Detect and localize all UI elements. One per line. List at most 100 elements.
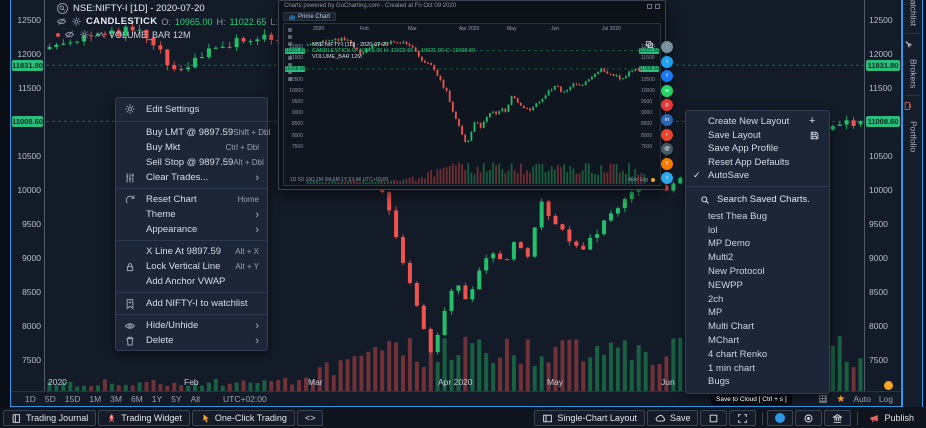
chat-icon xyxy=(775,413,785,423)
trading-journal-button[interactable]: Trading Journal xyxy=(3,410,96,426)
share-more-icon[interactable]: ⋮ xyxy=(661,41,673,53)
saved-chart-item[interactable]: MChart xyxy=(686,334,829,348)
save-disk-icon xyxy=(809,130,820,141)
copy-icon[interactable] xyxy=(645,36,654,45)
zoom-icon[interactable] xyxy=(56,2,69,15)
tab-prime-chart[interactable]: Prime Chart xyxy=(283,12,336,21)
menu-item-buy-mkt[interactable]: Buy MktCtrl + Dbl xyxy=(116,140,267,155)
tf-5y[interactable]: 5Y xyxy=(171,394,181,404)
saved-chart-item[interactable]: Bugs xyxy=(686,375,829,389)
price-axis-left[interactable]: 1250012000115001050010000950090008500800… xyxy=(11,0,45,391)
saved-chart-item[interactable]: 1 min chart xyxy=(686,361,829,375)
menu-item-save-layout[interactable]: Save Layout xyxy=(686,129,829,143)
search-saved-charts[interactable]: Search Saved Charts. xyxy=(686,190,829,210)
menu-item-sell-stop[interactable]: Sell Stop @ 9897.59Alt + Dbl xyxy=(116,155,267,170)
layout-icon xyxy=(542,413,553,424)
exchange-button[interactable] xyxy=(824,410,851,426)
mini-legend: NSE:NIFTY-I [1D] - 2020-07-20 CANDLESTIC… xyxy=(312,42,475,60)
grid-icon[interactable] xyxy=(818,394,828,404)
saved-chart-item[interactable]: Multi Chart xyxy=(686,320,829,334)
chat-button[interactable] xyxy=(767,410,793,426)
tf-1y[interactable]: 1Y xyxy=(152,394,162,404)
favorite-star-icon[interactable]: ★ xyxy=(836,394,845,405)
popup-close-icon[interactable] xyxy=(655,4,660,9)
tab-label: Prime Chart xyxy=(298,14,330,20)
saved-chart-item[interactable]: 2ch xyxy=(686,292,829,306)
share-twitter-icon[interactable]: t xyxy=(661,56,673,68)
price-badge: 11008.60 xyxy=(866,116,900,127)
share-email-icon[interactable]: @ xyxy=(661,143,673,155)
menu-item-autosave[interactable]: ✓ AutoSave xyxy=(686,169,829,183)
tf-6m[interactable]: 6M xyxy=(131,394,143,404)
chevron-right-icon: › xyxy=(255,336,259,346)
fullscreen-button[interactable] xyxy=(729,410,756,426)
menu-item-x-line[interactable]: X Line At 9897.59Alt + X xyxy=(116,244,267,259)
share-reddit-icon[interactable]: r xyxy=(661,129,673,141)
saved-chart-item[interactable]: MP Demo xyxy=(686,237,829,251)
snapshot-titlebar[interactable]: Charts powered by GoCharting.com - Creat… xyxy=(279,1,665,11)
tab-portfolio[interactable]: Portfolio xyxy=(903,116,923,157)
menu-item-create-layout[interactable]: Create New Layout + xyxy=(686,115,829,129)
tab-watchlist[interactable]: Watchlist xyxy=(903,0,923,31)
target-button[interactable] xyxy=(795,410,822,426)
y-axis-tick: 8500 xyxy=(869,287,888,297)
eye-off-icon[interactable] xyxy=(64,29,75,40)
menu-item-add-vwap[interactable]: Add Anchor VWAP xyxy=(116,274,267,289)
menu-item-edit-settings[interactable]: Edit Settings xyxy=(116,100,267,118)
trading-app: 1250012000115001050010000950090008500800… xyxy=(0,0,926,428)
menu-item-reset-defaults[interactable]: Reset App Defaults xyxy=(686,156,829,170)
saved-chart-item[interactable]: MP xyxy=(686,306,829,320)
share-facebook-icon[interactable]: f xyxy=(661,70,673,82)
saved-chart-item[interactable]: NEWPP xyxy=(686,278,829,292)
tf-1m[interactable]: 1M xyxy=(89,394,101,404)
share-telegram-icon[interactable]: t xyxy=(661,172,673,184)
saved-chart-item[interactable]: Multi2 xyxy=(686,251,829,265)
menu-item-reset-chart[interactable]: Reset ChartHome xyxy=(116,192,267,207)
save-button[interactable]: Save xyxy=(647,410,699,426)
saved-chart-item[interactable]: lol xyxy=(686,223,829,237)
menu-item-hide-unhide[interactable]: Hide/Unhide› xyxy=(116,318,267,333)
eye-off-icon[interactable] xyxy=(56,16,67,27)
single-chart-layout-button[interactable]: Single-Chart Layout xyxy=(534,410,645,426)
menu-label: Sell Stop @ 9897.59 xyxy=(146,157,233,168)
popup-expand-icon[interactable] xyxy=(647,4,652,9)
log-scale-toggle[interactable]: Log xyxy=(879,394,893,404)
menu-item-lock-vertical[interactable]: Lock Vertical LineAlt + Y xyxy=(116,259,267,274)
menu-item-appearance[interactable]: Appearance› xyxy=(116,222,267,237)
auto-scale-toggle[interactable]: Auto xyxy=(853,394,871,404)
menu-item-save-profile[interactable]: Save App Profile xyxy=(686,142,829,156)
pointer-icon xyxy=(200,413,211,424)
publish-button[interactable]: Publish xyxy=(862,410,921,426)
price-axis-right[interactable]: 1250012000115001050010000950090008500800… xyxy=(864,0,901,391)
menu-item-buy-lmt[interactable]: Buy LMT @ 9897.59Shift + Dbl xyxy=(116,125,267,140)
share-whatsapp-icon[interactable]: w xyxy=(661,85,673,97)
menu-item-theme[interactable]: Theme› xyxy=(116,207,267,222)
share-linkedin-icon[interactable]: in xyxy=(661,114,673,126)
gear-icon[interactable] xyxy=(71,16,82,27)
saved-chart-item[interactable]: 4 chart Renko xyxy=(686,347,829,361)
share-hackernews-icon[interactable]: Y xyxy=(661,158,673,170)
wave-icon xyxy=(94,29,105,40)
tf-5d[interactable]: 5D xyxy=(45,394,56,404)
tf-all[interactable]: All xyxy=(191,394,200,404)
saved-chart-item[interactable]: test Thea Bug xyxy=(686,210,829,224)
menu-item-clear-trades[interactable]: Clear Trades...› xyxy=(116,170,267,185)
trading-widget-button[interactable]: Trading Widget xyxy=(98,410,190,426)
menu-item-add-watchlist[interactable]: Add NIFTY-I to watchlist xyxy=(116,296,267,311)
scroll-to-realtime-dot[interactable] xyxy=(884,381,893,390)
share-pinterest-icon[interactable]: p xyxy=(661,99,673,111)
gear-icon[interactable] xyxy=(79,29,90,40)
tf-1d[interactable]: 1D xyxy=(25,394,36,404)
saved-chart-item[interactable]: New Protocol xyxy=(686,265,829,279)
x-axis-tick: 2020 xyxy=(48,377,67,387)
menu-item-delete[interactable]: Delete› xyxy=(116,333,267,348)
timezone-label[interactable]: UTC+02:00 xyxy=(223,394,267,404)
tf-15d[interactable]: 15D xyxy=(65,394,81,404)
tf-3m[interactable]: 3M xyxy=(110,394,122,404)
code-button[interactable]: <> xyxy=(297,410,324,426)
menu-label: Save App Profile xyxy=(708,143,778,154)
screenshot-button[interactable] xyxy=(700,410,727,426)
tab-brokers[interactable]: Brokers xyxy=(903,54,923,93)
one-click-trading-button[interactable]: One-Click Trading xyxy=(192,410,295,426)
bookmark-add-icon xyxy=(124,298,136,310)
